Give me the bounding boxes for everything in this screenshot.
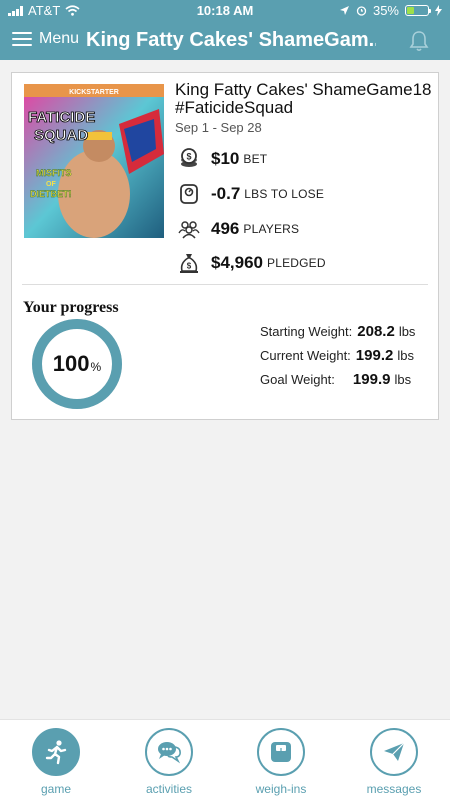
stat-pledged-value: $4,960 bbox=[211, 253, 263, 272]
tab-activities[interactable]: activities bbox=[124, 728, 214, 796]
location-arrow-icon bbox=[339, 6, 349, 15]
tab-activities-label: activities bbox=[145, 782, 192, 796]
cover-tagline-2: OF bbox=[46, 181, 56, 188]
app-header: AT&T 10:18 AM 35% Menu King Fatty Cakes'… bbox=[0, 0, 450, 60]
cover-tagline-1: MISFITS bbox=[36, 168, 72, 178]
paper-plane-icon bbox=[384, 742, 405, 761]
current-weight-label: Current Weight: bbox=[260, 348, 351, 363]
status-bar: AT&T 10:18 AM 35% bbox=[0, 0, 450, 22]
tab-messages-label: messages bbox=[366, 782, 422, 796]
menu-button[interactable]: Menu bbox=[12, 30, 79, 48]
tab-weigh-ins-label: weigh-ins bbox=[255, 782, 307, 796]
tab-game[interactable]: game bbox=[11, 728, 101, 796]
stat-lbs-label: LBS TO LOSE bbox=[244, 187, 325, 201]
tab-weigh-ins[interactable]: weigh-ins bbox=[236, 728, 326, 796]
stat-pledged: $ $4,960 PLEDGED bbox=[177, 251, 326, 275]
svg-text:$: $ bbox=[186, 152, 191, 162]
battery-percent: 35% bbox=[372, 3, 399, 18]
tab-activities-circle bbox=[145, 728, 193, 776]
stat-bet: $ $10 BET bbox=[177, 147, 267, 171]
cover-art: KICKSTARTER FATICIDE SQUAD MISFITS OF DI… bbox=[24, 84, 164, 238]
current-weight-row: Current Weight: 199.2 lbs bbox=[260, 347, 430, 364]
progress-value-wrap: 100 % bbox=[31, 318, 123, 410]
players-icon bbox=[178, 221, 200, 239]
stat-lbs-value: -0.7 bbox=[211, 184, 241, 203]
cover-line-2: SQUAD bbox=[34, 127, 88, 144]
page-title: King Fatty Cakes' ShameGam... bbox=[86, 29, 376, 51]
cover-tagline-3: DIETBET! bbox=[30, 189, 72, 199]
card-divider bbox=[22, 284, 428, 285]
notification-bell-icon[interactable] bbox=[408, 30, 430, 52]
nav-bar: Menu King Fatty Cakes' ShameGam... bbox=[0, 22, 450, 60]
menu-label: Menu bbox=[39, 30, 80, 47]
progress-value: 100 bbox=[52, 351, 90, 376]
progress-title: Your progress bbox=[23, 299, 119, 316]
current-weight-value: 199.2 bbox=[355, 347, 394, 364]
runner-icon bbox=[45, 740, 67, 765]
battery-icon bbox=[405, 5, 431, 16]
stat-players-label: PLAYERS bbox=[243, 222, 300, 236]
cover-banner: KICKSTARTER bbox=[69, 89, 119, 96]
goal-weight-value: 199.9 bbox=[352, 371, 391, 388]
scale-icon bbox=[271, 742, 291, 762]
stat-bet-value: $10 bbox=[211, 149, 240, 168]
chat-bubbles-icon bbox=[158, 742, 181, 764]
game-card: KICKSTARTER FATICIDE SQUAD MISFITS OF DI… bbox=[11, 72, 439, 420]
stat-lbs-to-lose: -0.7 LBS TO LOSE bbox=[177, 182, 324, 206]
starting-weight-unit: lbs bbox=[398, 324, 416, 339]
stat-players-value: 496 bbox=[211, 219, 240, 238]
stat-pledged-label: PLEDGED bbox=[267, 256, 326, 270]
tab-messages[interactable]: messages bbox=[349, 728, 439, 796]
coin-stack-icon: $ bbox=[181, 148, 197, 167]
starting-weight-label: Starting Weight: bbox=[260, 324, 353, 339]
money-bag-icon: $ bbox=[180, 254, 198, 273]
hamburger-icon bbox=[12, 32, 32, 46]
cover-line-1: FATICIDE bbox=[28, 109, 95, 126]
stat-bet-label: BET bbox=[243, 152, 268, 166]
goal-weight-row: Goal Weight: 199.9 lbs bbox=[260, 371, 430, 388]
goal-weight-label: Goal Weight: bbox=[260, 372, 335, 387]
tab-game-circle bbox=[32, 728, 80, 776]
tab-messages-circle bbox=[370, 728, 418, 776]
game-title[interactable]: King Fatty Cakes' ShameGame18 #FaticideS… bbox=[175, 81, 437, 117]
starting-weight-value: 208.2 bbox=[357, 323, 395, 340]
svg-text:$: $ bbox=[187, 262, 192, 271]
current-weight-unit: lbs bbox=[397, 348, 414, 363]
goal-weight-unit: lbs bbox=[394, 372, 412, 387]
bottom-tab-bar: game activities weigh-ins messages bbox=[0, 719, 450, 800]
progress-unit: % bbox=[90, 360, 102, 374]
stat-players: 496 PLAYERS bbox=[177, 217, 299, 241]
alarm-icon bbox=[356, 6, 367, 16]
game-dates: Sep 1 - Sep 28 bbox=[175, 120, 262, 135]
tab-weigh-ins-circle bbox=[257, 728, 305, 776]
scale-icon bbox=[180, 184, 198, 204]
starting-weight-row: Starting Weight: 208.2 lbs bbox=[260, 323, 430, 340]
tab-game-label: game bbox=[40, 782, 72, 796]
charging-bolt-icon bbox=[435, 5, 442, 16]
game-cover-image[interactable]: KICKSTARTER FATICIDE SQUAD MISFITS OF DI… bbox=[24, 84, 164, 238]
